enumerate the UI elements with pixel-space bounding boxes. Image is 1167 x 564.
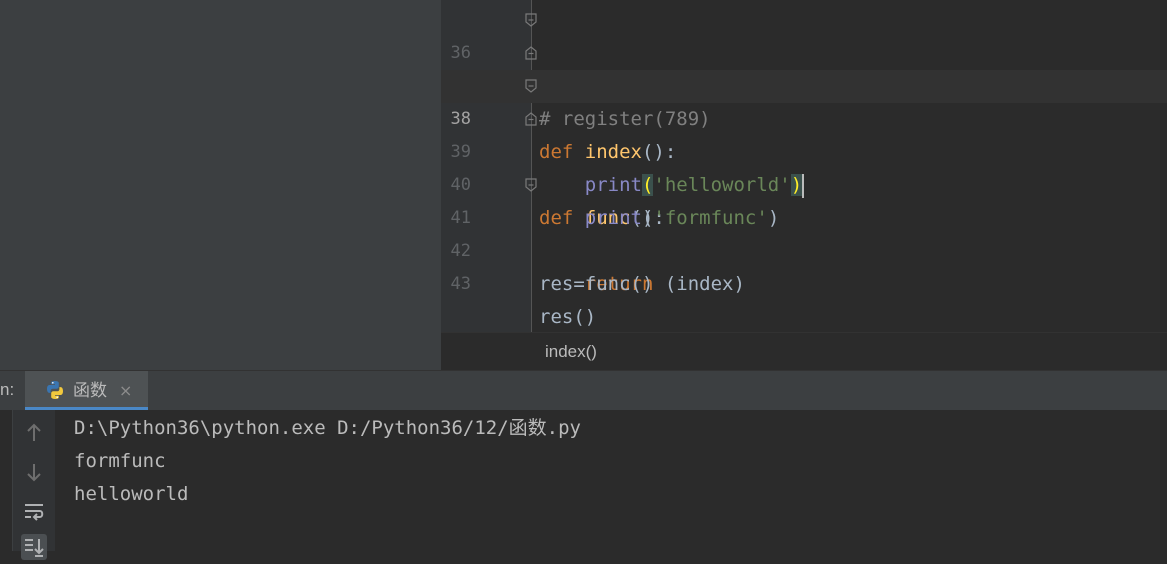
close-icon[interactable]: × [119, 371, 132, 410]
scroll-to-end-button[interactable] [21, 534, 47, 560]
code-token: res=func() [539, 273, 654, 295]
code-line-current[interactable]: 38 print('helloworld') [441, 70, 1167, 198]
console-output-line: helloworld [74, 483, 189, 505]
run-tool-window-header: n: 函数 × [0, 370, 1167, 410]
console-toolbar [12, 410, 55, 560]
fold-start-icon[interactable] [524, 46, 538, 60]
rerun-up-icon[interactable] [21, 420, 47, 446]
fold-start-icon[interactable] [524, 112, 538, 126]
code-line[interactable]: 39 def func(): [441, 103, 1167, 229]
breadcrumb[interactable]: index() [441, 332, 1167, 370]
code-line[interactable]: 43 res() [441, 235, 1167, 328]
arrow-down-icon[interactable] [21, 459, 47, 485]
code-line[interactable]: 37 def index(): [441, 37, 1167, 163]
code-line[interactable]: 42 res=func() [441, 202, 1167, 295]
code-line[interactable]: 36 # register(789) [441, 4, 1167, 130]
run-label: n: [0, 380, 15, 399]
run-console[interactable]: D:\Python36\python.exe D:/Python36/12/函数… [0, 410, 1167, 560]
console-output-line: formfunc [74, 450, 166, 472]
breadcrumb-item[interactable]: index() [545, 333, 597, 371]
run-tab-label: 函数 [73, 381, 107, 400]
python-icon [47, 381, 63, 399]
fold-end-icon[interactable] [524, 13, 538, 27]
code-token: res() [539, 306, 597, 328]
code-line[interactable]: 41 return (index) [441, 169, 1167, 295]
code-editor[interactable]: 36 # register(789) 37 def index(): 38 pr… [441, 0, 1167, 332]
code-token: (index) [653, 273, 745, 295]
code-text: res=func() [539, 268, 653, 301]
code-text: res() [539, 301, 596, 334]
fold-end-icon[interactable] [524, 79, 538, 93]
scroll-to-end-icon [25, 539, 44, 557]
fold-end-icon[interactable] [524, 178, 538, 192]
line-number: 43 [450, 274, 471, 294]
code-line[interactable]: 40 print('formfunc') [441, 136, 1167, 229]
run-tab[interactable]: 函数 × [25, 371, 148, 410]
console-output-line: D:\Python36\python.exe D:/Python36/12/函数… [74, 417, 581, 439]
project-panel [0, 0, 441, 370]
soft-wrap-icon[interactable] [21, 498, 47, 524]
